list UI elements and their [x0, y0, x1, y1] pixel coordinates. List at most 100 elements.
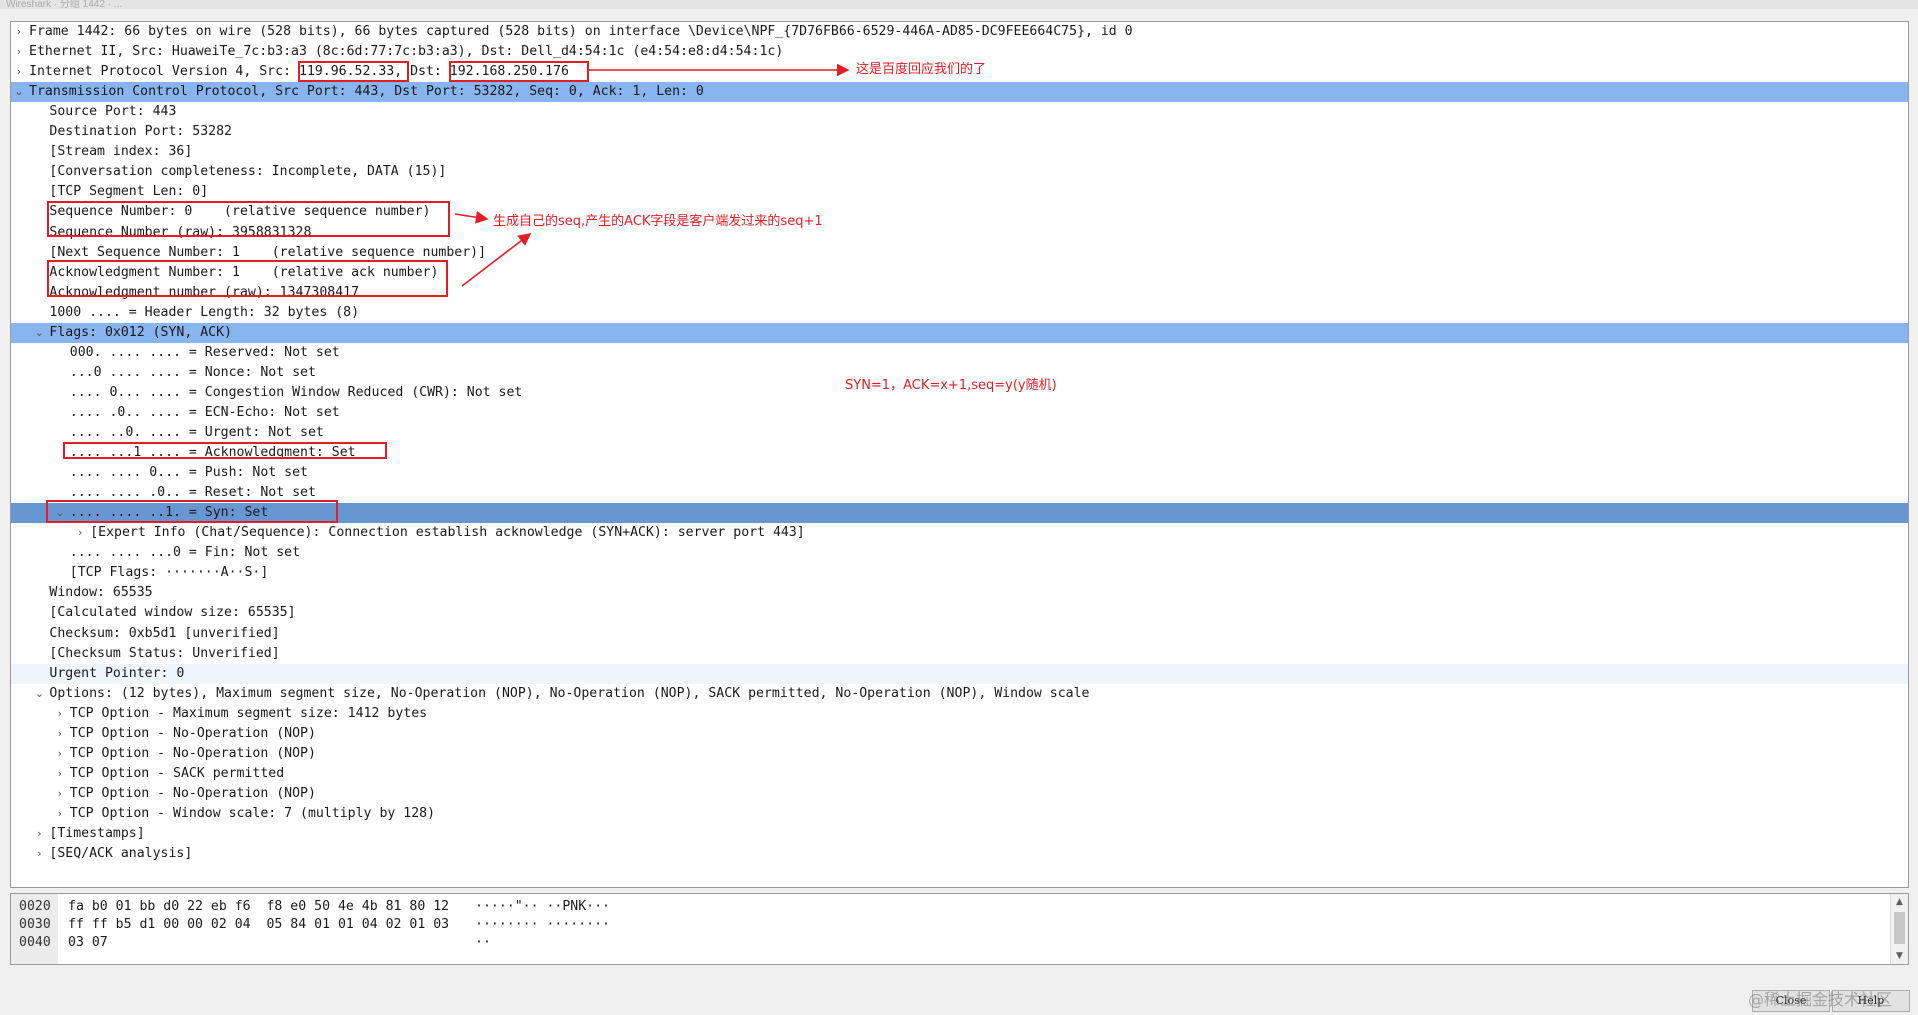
syn-flag-highlight-box: [46, 500, 338, 523]
tree-row[interactable]: › Frame 1442: 66 bytes on wire (528 bits)…: [11, 22, 1908, 42]
tree-row-label: 000. .... .... = Reserved: Not set: [69, 344, 340, 360]
ack-highlight-box: [47, 260, 448, 297]
tree-row[interactable]: › [SEQ/ACK analysis]: [11, 844, 1908, 864]
tree-row-label: TCP Option - No-Operation (NOP): [69, 725, 316, 741]
hex-bytes: 03 07: [68, 935, 108, 950]
tree-row[interactable]: › [Timestamps]: [11, 824, 1908, 844]
tree-row[interactable]: › [Expert Info (Chat/Sequence): Connectio…: [11, 523, 1908, 543]
tree-row[interactable]: Checksum: 0xb5d1 [unverified]: [11, 624, 1908, 644]
tree-row-label: Options: (12 bytes), Maximum segment siz…: [49, 685, 1090, 701]
tree-row[interactable]: 1000 .... = Header Length: 32 bytes (8): [11, 303, 1908, 323]
tree-row[interactable]: › TCP Option - No-Operation (NOP): [11, 784, 1908, 804]
watermark: @稀土掘金技术社区: [1748, 990, 1893, 1009]
tree-row-label: [TCP Segment Len: 0]: [49, 184, 209, 200]
tree-row[interactable]: .... .... ...0 = Fin: Not set: [11, 543, 1908, 563]
hex-ascii: ··: [475, 935, 491, 950]
tree-row-label: Checksum: 0xb5d1 [unverified]: [49, 625, 280, 641]
tree-row[interactable]: .... ..0. .... = Urgent: Not set: [11, 423, 1908, 443]
tree-row[interactable]: Urgent Pointer: 0: [11, 663, 1908, 684]
tree-row-label: Frame 1442: 66 bytes on wire (528 bits),…: [29, 24, 1133, 39]
tree-row-label: Urgent Pointer: 0: [49, 665, 185, 681]
chevron-right-icon[interactable]: ›: [32, 844, 46, 864]
tree-row[interactable]: [TCP Segment Len: 0]: [11, 182, 1908, 202]
scroll-down-icon[interactable]: ▼: [1891, 948, 1908, 964]
tree-row[interactable]: [Conversation completeness: Incomplete, …: [11, 162, 1908, 182]
chevron-right-icon[interactable]: ›: [12, 22, 26, 42]
hex-ascii: ·····"·· ··PNK···: [475, 899, 610, 914]
tree-row[interactable]: Window: 65535: [11, 583, 1908, 603]
tree-row[interactable]: [Calculated window size: 65535]: [11, 603, 1908, 623]
tree-row[interactable]: ⌄ Transmission Control Protocol, Src Port…: [11, 82, 1908, 103]
ip-src-highlight-box: [298, 61, 409, 82]
tree-row-label: Ethernet II, Src: HuaweiTe_7c:b3:a3 (8c:…: [29, 44, 784, 60]
tree-row-label: .... .... 0... = Push: Not set: [69, 465, 308, 481]
tree-row-label: TCP Option - No-Operation (NOP): [69, 785, 316, 801]
chevron-right-icon[interactable]: ›: [53, 804, 67, 824]
ip-dst-highlight-box: [449, 61, 589, 82]
tree-row-label: [Expert Info (Chat/Sequence): Connection…: [90, 525, 805, 541]
tree-row-label: TCP Option - SACK permitted: [69, 765, 285, 781]
chevron-right-icon[interactable]: ›: [53, 744, 67, 764]
tree-row-label: [Conversation completeness: Incomplete, …: [49, 164, 447, 180]
tree-row-label: 1000 .... = Header Length: 32 bytes (8): [49, 304, 360, 320]
tree-row[interactable]: [Checksum Status: Unverified]: [11, 644, 1908, 664]
hex-bytes: ff ff b5 d1 00 00 02 04 05 84 01 01 04 0…: [68, 917, 450, 932]
tree-row[interactable]: › TCP Option - No-Operation (NOP): [11, 724, 1908, 744]
tree-row-label: ...0 .... .... = Nonce: Not set: [69, 364, 316, 380]
tree-row-label: TCP Option - Maximum segment size: 1412 …: [69, 705, 428, 721]
note-seq-ack: 生成自己的seq,产生的ACK字段是客户端发过来的seq+1: [493, 214, 823, 229]
tree-row[interactable]: 000. .... .... = Reserved: Not set: [11, 343, 1908, 363]
tree-row-label: .... 0... .... = Congestion Window Reduc…: [69, 384, 523, 400]
scroll-up-icon[interactable]: ▲: [1891, 894, 1908, 910]
tree-row[interactable]: .... .0.. .... = ECN-Echo: Not set: [11, 403, 1908, 423]
tree-row[interactable]: Source Port: 443: [11, 102, 1908, 122]
chevron-down-icon[interactable]: ⌄: [32, 323, 46, 343]
window-titlebar: Wireshark · 分组 1442 · ...: [0, 0, 1918, 9]
tree-row[interactable]: ⌄ Flags: 0x012 (SYN, ACK): [11, 322, 1908, 343]
chevron-right-icon[interactable]: ›: [73, 523, 87, 543]
tree-row-label: .... ..0. .... = Urgent: Not set: [69, 425, 324, 440]
note-syn-ack-summary: SYN=1，ACK=x+1,seq=y(y随机): [845, 378, 1057, 393]
tree-row-label: Flags: 0x012 (SYN, ACK): [49, 324, 233, 340]
tree-row-label: .... .... ...0 = Fin: Not set: [69, 545, 301, 561]
tree-row[interactable]: › TCP Option - Maximum segment size: 1412…: [11, 704, 1908, 724]
tree-row[interactable]: [Stream index: 36]: [11, 142, 1908, 162]
hex-bytes: fa b0 01 bb d0 22 eb f6 f8 e0 50 4e 4b 8…: [68, 899, 450, 914]
seq-highlight-box: [47, 201, 450, 237]
tree-row-label: [Timestamps]: [49, 826, 145, 841]
chevron-right-icon[interactable]: ›: [12, 42, 26, 62]
tree-row[interactable]: › TCP Option - No-Operation (NOP): [11, 744, 1908, 764]
tree-row-label: [Calculated window size: 65535]: [49, 605, 296, 621]
tree-row-label: [SEQ/ACK analysis]: [49, 846, 193, 862]
tree-row[interactable]: [TCP Flags: ·······A··S·]: [11, 563, 1908, 583]
chevron-down-icon[interactable]: ⌄: [12, 82, 26, 102]
chevron-down-icon[interactable]: ⌄: [32, 684, 46, 704]
bytes-scrollbar[interactable]: ▲ ▼: [1890, 894, 1908, 964]
tree-row-label: TCP Option - Window scale: 7 (multiply b…: [69, 805, 436, 821]
chevron-right-icon[interactable]: ›: [53, 764, 67, 784]
tree-row[interactable]: Destination Port: 53282: [11, 122, 1908, 142]
chevron-right-icon[interactable]: ›: [53, 704, 67, 724]
tree-row-label: TCP Option - No-Operation (NOP): [69, 745, 316, 761]
tree-row[interactable]: ⌄ Options: (12 bytes), Maximum segment si…: [11, 684, 1908, 704]
tree-row-label: .... .0.. .... = ECN-Echo: Not set: [69, 404, 340, 420]
packet-bytes-pane[interactable]: 0020 fa b0 01 bb d0 22 eb f6 f8 e0 50 4e …: [10, 893, 1909, 965]
chevron-right-icon[interactable]: ›: [32, 824, 46, 844]
tree-row[interactable]: › TCP Option - SACK permitted: [11, 764, 1908, 784]
chevron-right-icon[interactable]: ›: [53, 724, 67, 744]
note-baidu-reply: 这是百度回应我们的了: [856, 62, 987, 77]
tree-row-label: [Checksum Status: Unverified]: [49, 645, 280, 661]
tree-row-label: [Stream index: 36]: [49, 144, 193, 160]
tree-row[interactable]: › TCP Option - Window scale: 7 (multiply …: [11, 804, 1908, 824]
window-title: Wireshark · 分组 1442 · ...: [6, 0, 123, 9]
chevron-right-icon[interactable]: ›: [53, 784, 67, 804]
tree-row-label: Source Port: 443: [49, 104, 177, 120]
hex-offset: 0030: [19, 917, 51, 932]
tree-row[interactable]: .... .... 0... = Push: Not set: [11, 463, 1908, 483]
hex-offset: 0020: [19, 899, 51, 914]
ack-flag-highlight-box: [63, 442, 387, 459]
chevron-right-icon[interactable]: ›: [12, 62, 26, 82]
tree-row-label: Transmission Control Protocol, Src Port:…: [29, 84, 704, 100]
scroll-thumb[interactable]: [1894, 912, 1905, 944]
tree-row-label: Destination Port: 53282: [49, 124, 233, 140]
